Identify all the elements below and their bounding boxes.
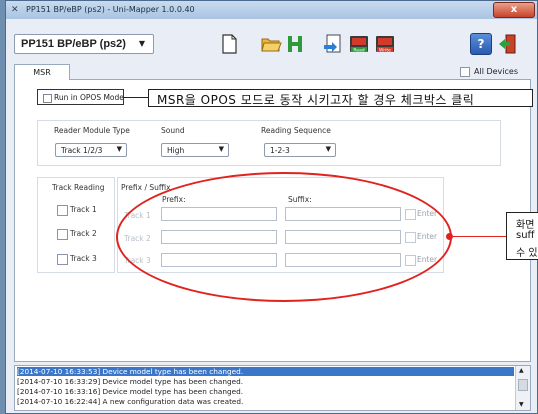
track-3-label: Track 3 bbox=[70, 254, 97, 263]
reading-sequence-value: 1-2-3 bbox=[270, 146, 290, 155]
reading-sequence-select[interactable]: 1-2-3 ▼ bbox=[264, 143, 336, 157]
scrollbar-thumb[interactable] bbox=[518, 379, 528, 391]
log-panel[interactable]: [2014-07-10 16:33:53] Device model type … bbox=[14, 365, 531, 411]
callout-line-3: 수 있 bbox=[516, 248, 538, 259]
callout-connector bbox=[453, 236, 507, 237]
scroll-down-icon[interactable]: ▼ bbox=[519, 401, 524, 408]
title-bar: ✕ PP151 BP/eBP (ps2) - Uni-Mapper 1.0.0.… bbox=[6, 1, 537, 19]
device-select[interactable]: PP151 BP/eBP (ps2) ▼ bbox=[14, 34, 154, 54]
all-devices-label: All Devices bbox=[474, 67, 518, 76]
opos-callout: MSR을 OPOS 모드로 동작 시키고자 할 경우 체크박스 클릭 bbox=[148, 89, 533, 107]
track-reading-label: Track Reading bbox=[52, 183, 105, 192]
device-select-value: PP151 BP/eBP (ps2) bbox=[21, 38, 126, 50]
track-1-label: Track 1 bbox=[70, 205, 97, 214]
exit-icon[interactable] bbox=[497, 33, 519, 55]
save-icon[interactable] bbox=[284, 33, 306, 55]
reader-module-label: Reader Module Type bbox=[54, 126, 130, 135]
window-title: PP151 BP/eBP (ps2) - Uni-Mapper 1.0.0.40 bbox=[26, 5, 195, 14]
reader-module-select[interactable]: Track 1/2/3 ▼ bbox=[55, 143, 127, 157]
sound-label: Sound bbox=[161, 126, 185, 135]
log-row[interactable]: [2014-07-10 16:33:53] Device model type … bbox=[17, 367, 514, 376]
chevron-down-icon: ▼ bbox=[218, 145, 224, 153]
chevron-down-icon: ▼ bbox=[325, 145, 331, 153]
close-button[interactable]: x bbox=[493, 2, 535, 18]
app-icon: ✕ bbox=[11, 5, 19, 15]
chevron-down-icon: ▼ bbox=[116, 145, 122, 153]
sound-value: High bbox=[167, 146, 185, 155]
callout-connector bbox=[124, 97, 148, 98]
scroll-up-icon[interactable]: ▲ bbox=[519, 367, 524, 374]
reader-module-value: Track 1/2/3 bbox=[61, 146, 103, 155]
new-file-icon[interactable] bbox=[218, 33, 240, 55]
read-device-icon[interactable]: Read bbox=[348, 33, 370, 55]
opos-callout-text: MSR을 OPOS 모드로 동작 시키고자 할 경우 체크박스 클릭 bbox=[157, 93, 475, 107]
reading-sequence-label: Reading Sequence bbox=[261, 126, 331, 135]
log-row[interactable]: [2014-07-10 16:33:16] Device model type … bbox=[17, 387, 243, 396]
track-2-label: Track 2 bbox=[70, 229, 97, 238]
read-label: Read bbox=[353, 48, 364, 54]
track-2-checkbox[interactable] bbox=[57, 229, 68, 240]
log-row[interactable]: [2014-07-10 16:33:29] Device model type … bbox=[17, 377, 243, 386]
callout-dot bbox=[446, 233, 453, 240]
highlight-ellipse bbox=[116, 172, 452, 302]
export-icon[interactable] bbox=[322, 33, 344, 55]
help-button[interactable]: ? bbox=[470, 33, 492, 55]
write-device-icon[interactable]: Write bbox=[374, 33, 396, 55]
log-row[interactable]: [2014-07-10 16:22:44] A new configuratio… bbox=[17, 397, 243, 406]
callout-line-1: 화면 bbox=[516, 220, 535, 231]
opos-checkbox[interactable] bbox=[43, 94, 52, 103]
write-label: Write bbox=[379, 48, 391, 54]
all-devices-checkbox[interactable] bbox=[460, 67, 470, 77]
prefix-suffix-callout: 화면 suff 수 있 bbox=[506, 212, 538, 260]
track-3-checkbox[interactable] bbox=[57, 254, 68, 265]
open-folder-icon[interactable] bbox=[260, 33, 282, 55]
chevron-down-icon: ▼ bbox=[138, 39, 145, 48]
track-1-checkbox[interactable] bbox=[57, 205, 68, 216]
callout-line-2: suff bbox=[516, 230, 535, 241]
opos-label: Run in OPOS Mode bbox=[54, 93, 124, 102]
log-scrollbar[interactable]: ▲ ▼ bbox=[515, 366, 530, 410]
opos-mode-option[interactable]: Run in OPOS Mode bbox=[37, 89, 124, 105]
tab-msr[interactable]: MSR bbox=[14, 64, 70, 80]
sound-select[interactable]: High ▼ bbox=[161, 143, 229, 157]
